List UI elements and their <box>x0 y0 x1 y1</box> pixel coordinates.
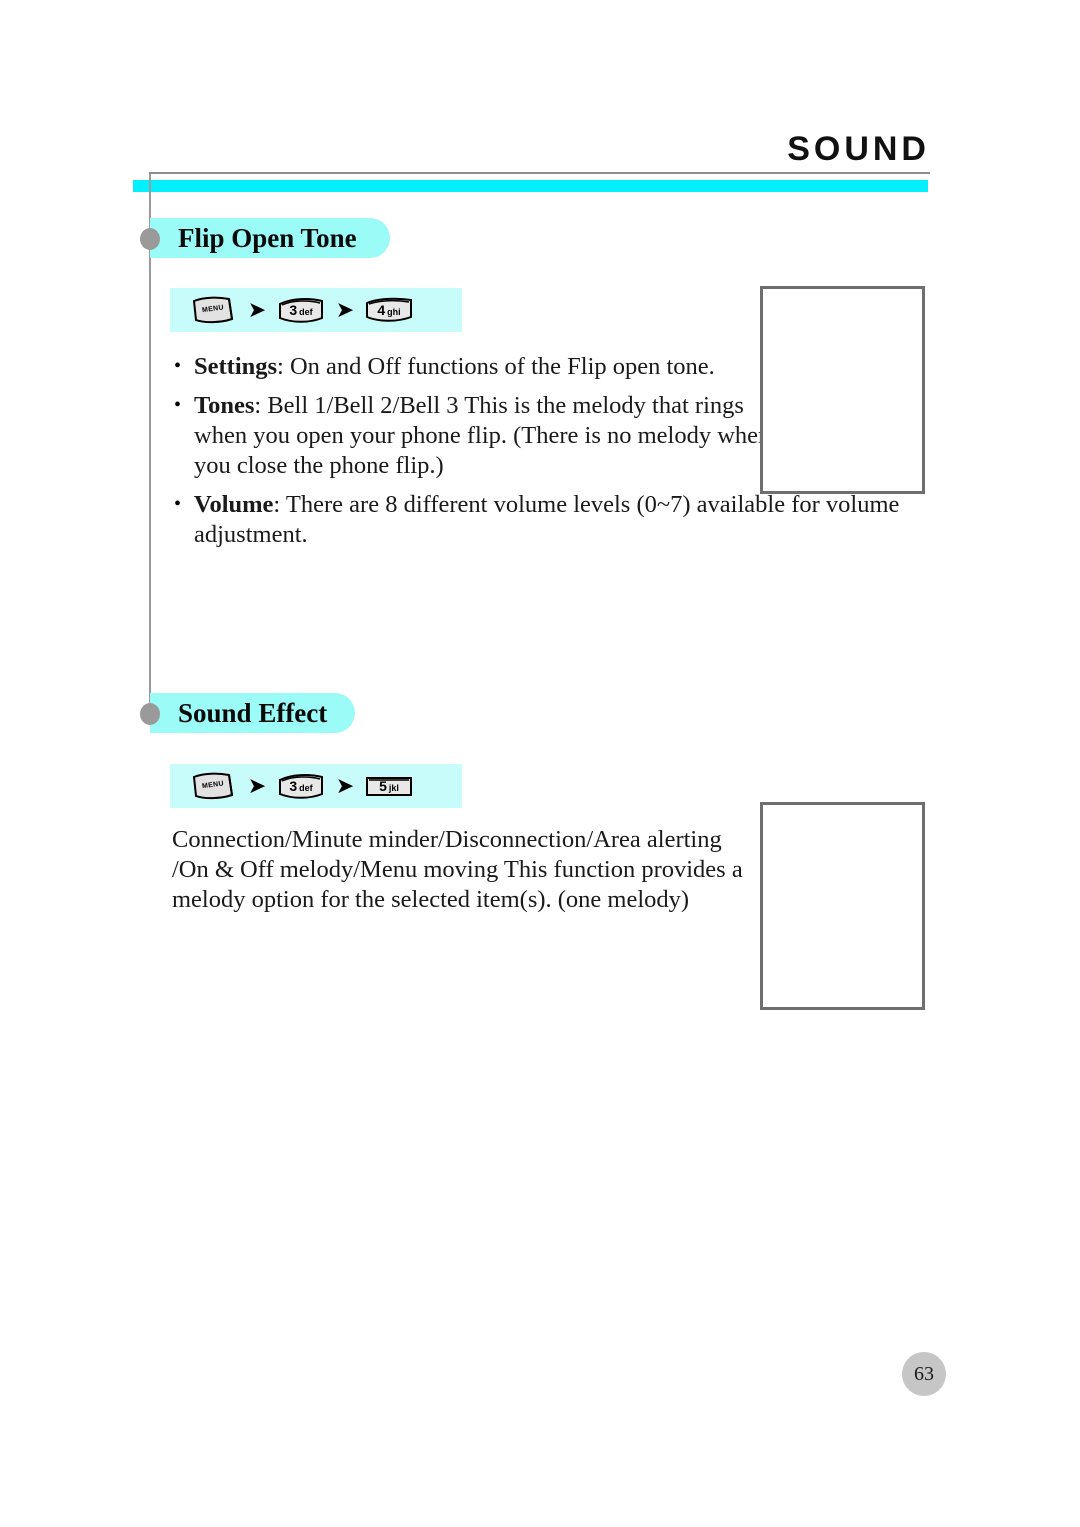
page-number-value: 63 <box>914 1362 934 1385</box>
section-title-sound-effect: Sound Effect <box>178 698 328 728</box>
bullet-text: : There are 8 different volume levels (0… <box>194 491 900 548</box>
list-item: Settings: On and Off functions of the Fl… <box>172 351 739 382</box>
section-heading-flip-open-tone: Flip Open Tone <box>140 218 400 258</box>
key-sequence-sound-effect: MENU ➤ 3 def ➤ 5 jkl <box>170 764 462 808</box>
section-heading-sound-effect: Sound Effect <box>140 693 370 733</box>
arrow-right-icon: ➤ <box>247 297 267 322</box>
section-bullet-dot-icon <box>140 703 160 725</box>
arrow-right-icon: ➤ <box>247 773 267 798</box>
bullet-term: Settings <box>194 353 278 380</box>
menu-key-icon[interactable]: MENU <box>188 771 238 801</box>
phone-screen-placeholder-1 <box>760 286 925 494</box>
page-number-badge: 63 <box>902 1352 946 1396</box>
menu-key-icon[interactable]: MENU <box>188 295 238 325</box>
section-bullet-dot-icon <box>140 228 160 250</box>
description-sound-effect: Connection/Minute minder/Disconnection/A… <box>172 825 750 915</box>
section-title-flip-open-tone: Flip Open Tone <box>178 223 357 253</box>
bullet-term: Tones <box>194 392 255 419</box>
key-3-def-icon[interactable]: 3 def <box>276 295 326 325</box>
bullet-term: Volume <box>194 491 274 518</box>
header-accent-bar <box>133 180 928 192</box>
manual-page: SOUND Flip Open Tone MENU ➤ 3 def ➤ 4 gh… <box>0 0 1080 1527</box>
page-title: SOUND <box>787 130 930 168</box>
arrow-right-icon: ➤ <box>335 297 355 322</box>
key-5-jkl-icon[interactable]: 5 jkl <box>364 771 414 801</box>
phone-screen-placeholder-2 <box>760 802 925 1010</box>
paragraph-text: Connection/Minute minder/Disconnection/A… <box>172 826 743 913</box>
key-4-ghi-icon[interactable]: 4 ghi <box>364 295 414 325</box>
bullet-text: : Bell 1/Bell 2/Bell 3 This is the melod… <box>194 392 771 479</box>
list-item: Volume: There are 8 different volume lev… <box>172 489 916 550</box>
key-3-def-icon[interactable]: 3 def <box>276 771 326 801</box>
header-divider-line <box>149 172 930 174</box>
arrow-right-icon: ➤ <box>335 773 355 798</box>
list-item: Tones: Bell 1/Bell 2/Bell 3 This is the … <box>172 390 774 481</box>
key-sequence-flip-open-tone: MENU ➤ 3 def ➤ 4 ghi <box>170 288 462 332</box>
bullet-text: : On and Off functions of the Flip open … <box>277 353 715 380</box>
